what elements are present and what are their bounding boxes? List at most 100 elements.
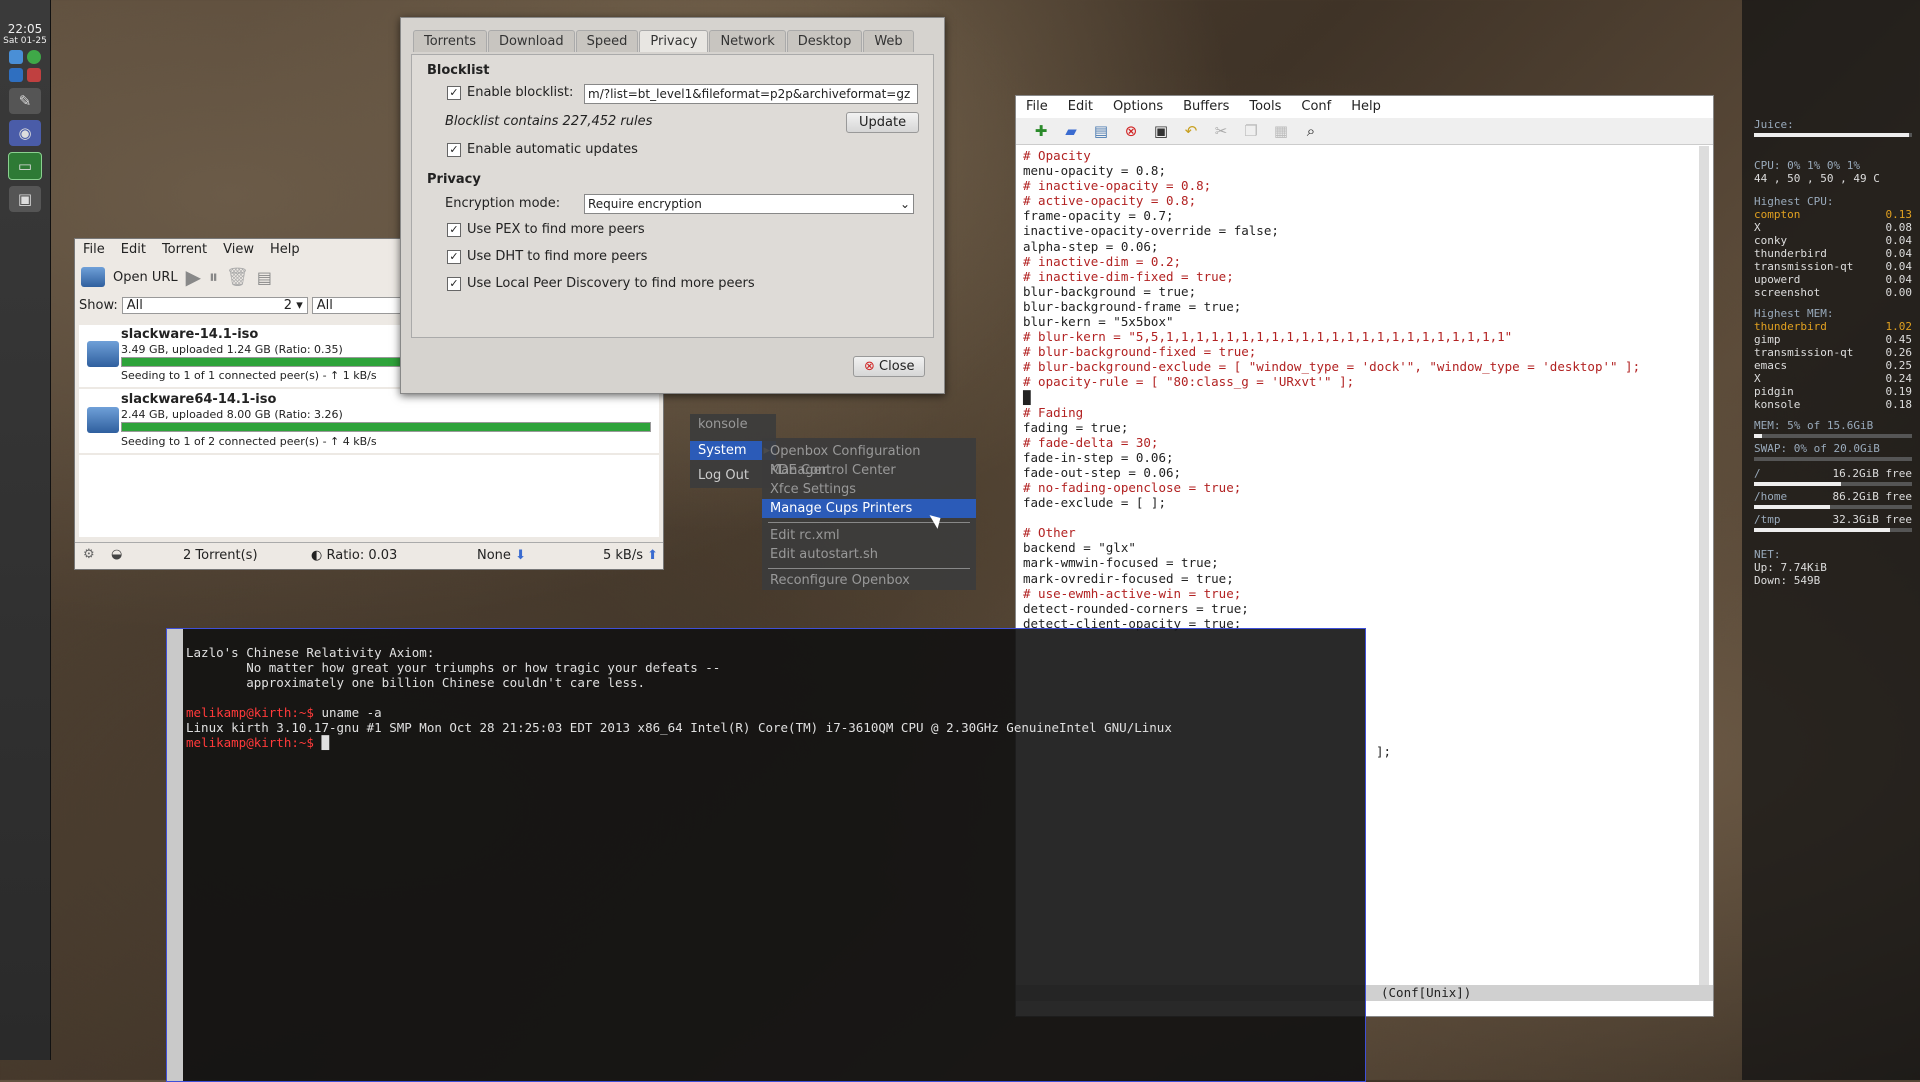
encryption-select[interactable]: Require encryption ⌄ bbox=[584, 194, 914, 214]
emacs-menu-conf[interactable]: Conf bbox=[1301, 99, 1331, 114]
mail-icon[interactable] bbox=[9, 68, 23, 82]
process-value: 0.08 bbox=[1885, 221, 1913, 234]
torrent-count: 2 Torrent(s) bbox=[183, 548, 258, 563]
pex-checkbox[interactable]: ✓ Use PEX to find more peers bbox=[447, 222, 645, 237]
process-name: gimp bbox=[1754, 333, 1781, 346]
tab-download[interactable]: Download bbox=[487, 30, 575, 52]
tab-speed[interactable]: Speed bbox=[575, 30, 639, 52]
menu-item-kde-control[interactable]: KDE Control Center bbox=[762, 461, 976, 480]
root-bar bbox=[1754, 482, 1912, 486]
konsole-scrollbar[interactable] bbox=[167, 629, 183, 1081]
settings-icon[interactable] bbox=[27, 68, 41, 82]
emacs-menu-file[interactable]: File bbox=[1026, 99, 1048, 114]
process-name: X bbox=[1754, 372, 1761, 385]
gear-icon[interactable]: ⚙ bbox=[83, 547, 95, 562]
net-label: NET: bbox=[1754, 548, 1781, 561]
open-folder-icon[interactable]: ▰ bbox=[1060, 120, 1082, 142]
search-icon[interactable]: ⌕ bbox=[1300, 120, 1322, 142]
enable-blocklist-checkbox[interactable]: ✓ Enable blocklist: bbox=[447, 85, 573, 100]
browser-launcher-icon[interactable]: ◉ bbox=[9, 120, 41, 146]
terminal-output[interactable]: Lazlo's Chinese Relativity Axiom: No mat… bbox=[186, 645, 1361, 750]
tab-desktop[interactable]: Desktop bbox=[786, 30, 863, 52]
tracker-select[interactable]: All bbox=[311, 297, 402, 314]
tab-web[interactable]: Web bbox=[863, 30, 914, 52]
menu-torrent[interactable]: Torrent bbox=[162, 242, 207, 257]
filter-select[interactable]: All 2 ▾ bbox=[121, 297, 308, 314]
browser-icon[interactable] bbox=[27, 50, 41, 64]
process-name: screenshot bbox=[1754, 286, 1821, 299]
menu-item-xfce-settings[interactable]: Xfce Settings bbox=[762, 480, 976, 499]
menu-item-openbox-config[interactable]: Openbox Configuration Manager bbox=[762, 442, 976, 478]
preferences-tabs: Torrents Download Speed Privacy Network … bbox=[413, 30, 915, 52]
lpd-checkbox[interactable]: ✓ Use Local Peer Discovery to find more … bbox=[447, 276, 755, 291]
trash-icon[interactable]: 🗑 bbox=[226, 267, 249, 288]
dht-checkbox[interactable]: ✓ Use DHT to find more peers bbox=[447, 249, 647, 264]
home-label: /home bbox=[1754, 490, 1788, 503]
tab-torrents[interactable]: Torrents bbox=[413, 30, 487, 52]
close-buffer-icon[interactable]: ⊗ bbox=[1120, 120, 1142, 142]
properties-icon[interactable]: ▤ bbox=[257, 268, 272, 287]
update-button[interactable]: Update bbox=[846, 112, 920, 133]
emacs-menu-help[interactable]: Help bbox=[1351, 99, 1381, 114]
menu-help[interactable]: Help bbox=[270, 242, 300, 257]
cut-icon[interactable]: ✂ bbox=[1210, 120, 1232, 142]
konsole-icon[interactable]: ▭ bbox=[8, 152, 42, 180]
menu-separator bbox=[768, 568, 970, 569]
drawing-icon[interactable]: ✎ bbox=[9, 88, 41, 114]
folder-icon bbox=[87, 407, 119, 433]
highest-cpu-label: Highest CPU: bbox=[1754, 195, 1834, 208]
swap-line: SWAP: 0% of 20.0GiB bbox=[1754, 442, 1880, 455]
terminal-text: No matter how great your triumphs or how… bbox=[186, 660, 721, 675]
tab-network[interactable]: Network bbox=[709, 30, 786, 52]
emacs-buffer[interactable]: # Opacity menu-opacity = 0.8; # inactive-o… bbox=[1023, 148, 1695, 631]
turtle-icon[interactable]: ◒ bbox=[111, 547, 122, 562]
copy-icon[interactable]: ❐ bbox=[1240, 120, 1262, 142]
auto-updates-checkbox[interactable]: ✓ Enable automatic updates bbox=[447, 142, 638, 157]
emacs-menu-tools[interactable]: Tools bbox=[1249, 99, 1281, 114]
process-row: transmission-qt 0.26 bbox=[1742, 346, 1920, 359]
emacs-scrollbar[interactable] bbox=[1699, 146, 1709, 986]
menu-item-edit-rcxml[interactable]: Edit rc.xml bbox=[762, 526, 976, 545]
menu-item-reconfigure[interactable]: Reconfigure Openbox bbox=[762, 571, 976, 590]
menu-item-manage-cups[interactable]: Manage Cups Printers bbox=[762, 499, 976, 518]
save-icon[interactable]: ▣ bbox=[1150, 120, 1172, 142]
process-value: 1.02 bbox=[1885, 320, 1913, 333]
paste-icon[interactable]: ▦ bbox=[1270, 120, 1292, 142]
menu-item-edit-autostart[interactable]: Edit autostart.sh bbox=[762, 545, 976, 564]
screenshot-icon[interactable]: ▣ bbox=[9, 186, 41, 212]
torrent-row[interactable]: slackware64-14.1-iso 2.44 GB, uploaded 8… bbox=[79, 389, 659, 453]
open-url-button[interactable]: Open URL bbox=[113, 270, 178, 285]
blocklist-url-input[interactable]: m/?list=bt_level1&fileformat=p2p&archive… bbox=[584, 84, 918, 104]
undo-icon[interactable]: ↶ bbox=[1180, 120, 1202, 142]
emacs-menu-buffers[interactable]: Buffers bbox=[1183, 99, 1229, 114]
preferences-dialog: Torrents Download Speed Privacy Network … bbox=[400, 17, 945, 394]
directory-icon[interactable]: ▤ bbox=[1090, 120, 1112, 142]
highest-mem-label: Highest MEM: bbox=[1754, 307, 1834, 320]
process-row: screenshot 0.00 bbox=[1742, 286, 1920, 299]
menu-view[interactable]: View bbox=[223, 242, 254, 257]
blocklist-rules-count: Blocklist contains 227,452 rules bbox=[445, 114, 653, 129]
filter-select-count: 2 ▾ bbox=[283, 298, 303, 313]
root-fs: / 16.2GiB free bbox=[1742, 467, 1920, 480]
process-row: thunderbird 1.02 bbox=[1742, 320, 1920, 333]
close-button[interactable]: ⊗ Close bbox=[853, 356, 926, 377]
emacs-menu-options[interactable]: Options bbox=[1113, 99, 1163, 114]
clock-time: 22:05 bbox=[7, 22, 43, 36]
torrent-info: 3.49 GB, uploaded 1.24 GB (Ratio: 0.35) bbox=[121, 343, 343, 356]
open-file-icon[interactable] bbox=[81, 267, 105, 287]
process-name: transmission-qt bbox=[1754, 260, 1854, 273]
play-icon[interactable]: ▶ bbox=[186, 265, 201, 289]
emacs-menu-edit[interactable]: Edit bbox=[1068, 99, 1093, 114]
menu-file[interactable]: File bbox=[83, 242, 105, 257]
pause-icon[interactable]: ⏸ bbox=[209, 267, 218, 288]
signal-icon[interactable] bbox=[9, 50, 23, 64]
new-file-icon[interactable]: ✚ bbox=[1030, 120, 1052, 142]
process-name: pidgin bbox=[1754, 385, 1794, 398]
process-row: upowerd 0.04 bbox=[1742, 273, 1920, 286]
tab-privacy[interactable]: Privacy bbox=[639, 30, 709, 52]
code-line: # no-fading-openclose = true; bbox=[1023, 480, 1242, 496]
clock-date: Sat 01-25 bbox=[3, 36, 47, 46]
ratio-display[interactable]: ◐ Ratio: 0.03 bbox=[311, 548, 397, 563]
menu-edit[interactable]: Edit bbox=[121, 242, 146, 257]
code-line: # inactive-opacity = 0.8; bbox=[1023, 178, 1212, 194]
